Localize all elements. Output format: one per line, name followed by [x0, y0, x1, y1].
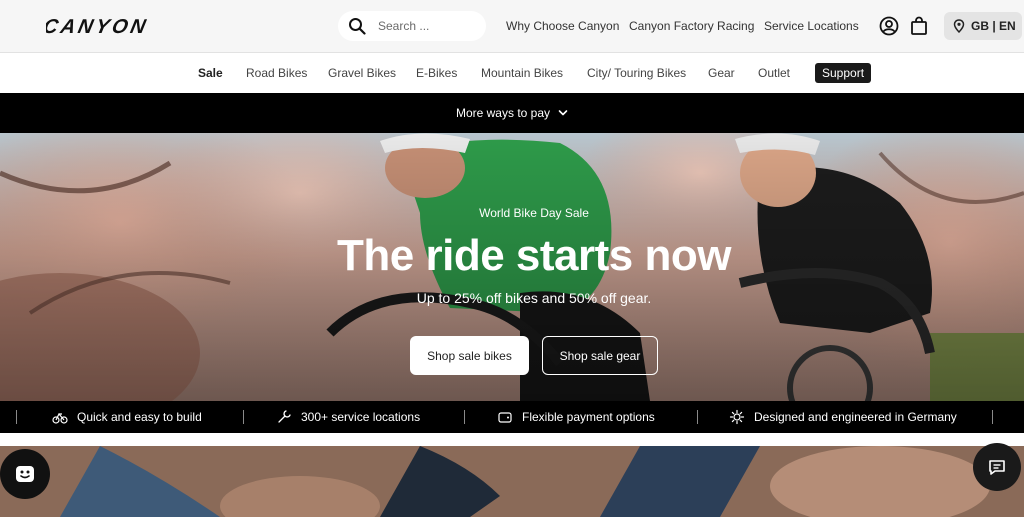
nav-item-gravel-bikes[interactable]: Gravel Bikes — [328, 66, 396, 80]
wallet-icon — [498, 412, 512, 423]
usp-label: Quick and easy to build — [77, 410, 202, 424]
service-tool-icon — [278, 410, 291, 423]
more-ways-to-pay-bar[interactable]: More ways to pay — [0, 93, 1024, 133]
hero-title: The ride starts now — [337, 231, 731, 280]
search-icon — [349, 18, 366, 35]
cart-icon[interactable] — [909, 16, 929, 36]
hero-subtitle: Up to 25% off bikes and 50% off gear. — [416, 290, 652, 306]
usp-service-locations: 300+ service locations — [276, 401, 420, 433]
message-chat-button[interactable] — [973, 443, 1021, 491]
logo-text: CANYON — [46, 16, 150, 37]
usp-quick-build: Quick and easy to build — [52, 401, 202, 433]
usp-divider — [243, 410, 244, 424]
nav-item-e-bikes[interactable]: E-Bikes — [416, 66, 457, 80]
bike-build-icon — [52, 412, 68, 424]
usp-divider — [16, 410, 17, 424]
link-canyon-factory-racing[interactable]: Canyon Factory Racing — [629, 19, 754, 33]
nav-item-sale[interactable]: Sale — [198, 66, 223, 80]
hero-banner: World Bike Day Sale The ride starts now … — [0, 133, 1024, 401]
usp-designed-germany: Designed and engineered in Germany — [729, 401, 957, 433]
usp-divider — [992, 410, 993, 424]
usp-divider — [464, 410, 465, 424]
locale-selector[interactable]: GB | EN — [944, 12, 1022, 40]
smiley-chat-icon — [16, 466, 34, 482]
message-icon — [989, 460, 1005, 475]
gear-badge-icon — [729, 409, 745, 425]
category-nav: Sale Road Bikes Gravel Bikes E-Bikes Mou… — [0, 53, 1024, 93]
location-pin-icon — [953, 19, 965, 33]
paybar-label: More ways to pay — [455, 106, 551, 120]
link-why-choose-canyon[interactable]: Why Choose Canyon — [506, 19, 619, 33]
second-hero-photo — [0, 446, 1024, 517]
shop-sale-bikes-button[interactable]: Shop sale bikes — [410, 336, 529, 375]
shop-sale-gear-button[interactable]: Shop sale gear — [542, 336, 658, 375]
nav-item-mountain-bikes[interactable]: Mountain Bikes — [481, 66, 563, 80]
chat-bot-button[interactable] — [0, 449, 50, 499]
hero-eyebrow: World Bike Day Sale — [479, 206, 589, 220]
nav-item-support[interactable]: Support — [815, 63, 872, 83]
search-box[interactable] — [338, 11, 486, 41]
account-icon[interactable] — [879, 16, 899, 36]
usp-payment-options: Flexible payment options — [497, 401, 655, 433]
top-header: CANYON Why Choose Canyon Canyon Factory … — [0, 0, 1024, 53]
usp-label: Designed and engineered in Germany — [754, 410, 957, 424]
nav-item-outlet[interactable]: Outlet — [758, 66, 790, 80]
search-input[interactable] — [378, 19, 478, 33]
usp-divider — [697, 410, 698, 424]
nav-item-road-bikes[interactable]: Road Bikes — [246, 66, 307, 80]
usp-label: Flexible payment options — [522, 410, 655, 424]
canyon-homepage: CANYON Why Choose Canyon Canyon Factory … — [0, 0, 1024, 517]
link-service-locations[interactable]: Service Locations — [764, 19, 859, 33]
nav-item-gear[interactable]: Gear — [708, 66, 735, 80]
locale-label: GB | EN — [971, 19, 1016, 33]
chevron-down-icon — [558, 110, 568, 116]
usp-bar: Quick and easy to build 300+ service loc… — [0, 401, 1024, 433]
nav-item-city-touring-bikes[interactable]: City/ Touring Bikes — [587, 66, 686, 80]
canyon-logo[interactable]: CANYON — [46, 15, 164, 37]
usp-label: 300+ service locations — [301, 410, 421, 424]
next-section — [0, 433, 1024, 517]
